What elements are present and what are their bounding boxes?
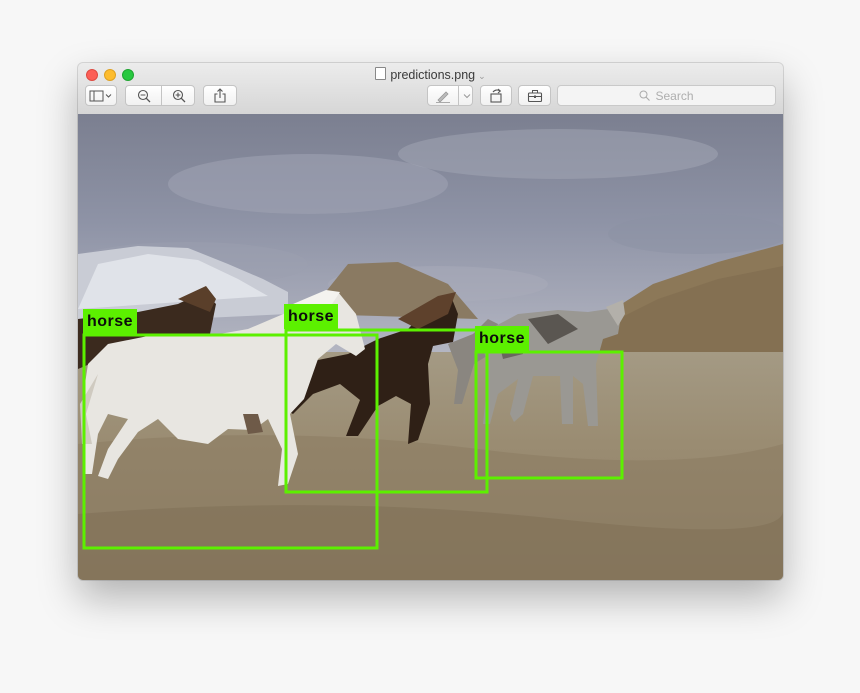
markup-menu-button[interactable]	[459, 86, 474, 105]
chevron-down-icon	[463, 93, 470, 98]
markup-control	[427, 85, 473, 106]
detection-label-2: horse	[284, 304, 339, 329]
zoom-in-icon	[172, 89, 186, 102]
search-placeholder: Search	[655, 88, 694, 103]
image-canvas[interactable]: horse horse horse	[78, 114, 783, 580]
horses-photo	[78, 114, 783, 580]
toolbox-icon	[527, 89, 542, 102]
window-title[interactable]: predictions.png ⌄	[78, 67, 783, 82]
zoom-in-button[interactable]	[162, 86, 196, 105]
markup-pen-icon	[436, 90, 450, 103]
detection-label-1: horse	[83, 309, 138, 334]
detection-label-3: horse	[475, 326, 530, 351]
toolbox-button[interactable]	[518, 85, 551, 106]
title-chevron-icon[interactable]: ⌄	[478, 71, 486, 81]
rotate-button[interactable]	[480, 85, 512, 106]
share-icon	[214, 88, 226, 103]
search-icon	[639, 90, 651, 101]
search-field[interactable]: Search	[557, 85, 776, 106]
zoom-out-icon	[137, 89, 150, 102]
window-title-text: predictions.png	[390, 68, 476, 82]
zoom-out-button[interactable]	[126, 86, 161, 105]
title-bar[interactable]: predictions.png ⌄ Search	[78, 63, 783, 115]
sidebar-button[interactable]	[85, 85, 117, 106]
rotate-icon	[490, 88, 502, 103]
zoom-control	[125, 85, 195, 106]
file-icon	[375, 67, 387, 80]
markup-button[interactable]	[428, 86, 458, 105]
sidebar-icon	[89, 90, 112, 101]
preview-window: predictions.png ⌄ Search horse horse hor…	[78, 63, 783, 580]
share-button[interactable]	[203, 85, 237, 106]
